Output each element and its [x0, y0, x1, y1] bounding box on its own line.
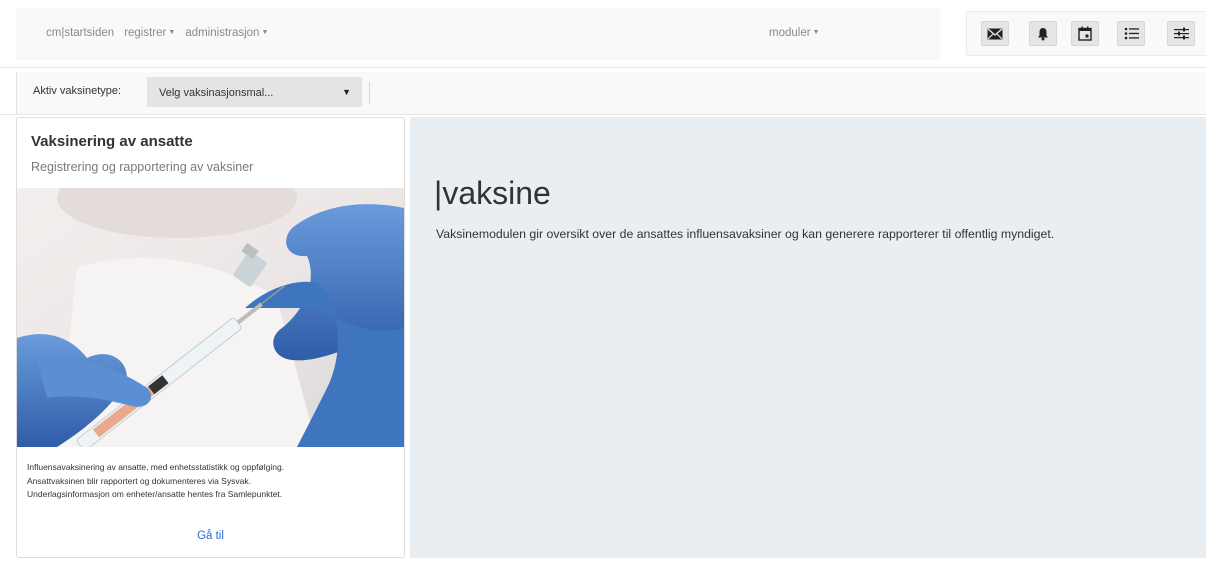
card-subtitle: Registrering og rapportering av vaksiner [31, 160, 254, 174]
nav-moduler-label: moduler [769, 27, 811, 39]
card-description-line: Influensavaksinering av ansatte, med enh… [27, 462, 285, 472]
top-navbar: cm|startsiden registrer ▼ administrasjon ▼… [16, 8, 940, 60]
vaccine-type-label: Aktiv vaksinetype: [33, 85, 122, 97]
module-info-panel: |vaksine Vaksinemodulen gir oversikt ove… [410, 117, 1206, 558]
messages-button[interactable] [981, 21, 1009, 46]
nav-home-link[interactable]: cm|startsiden [46, 27, 114, 39]
main-menu: cm|startsiden registrer ▼ administrasjon ▼ [46, 27, 268, 39]
caret-down-icon: ▼ [261, 29, 269, 36]
module-description: Vaksinemodulen gir oversikt over de ansa… [436, 227, 1055, 241]
card-title: Vaksinering av ansatte [31, 133, 193, 150]
nav-moduler-menu[interactable]: moduler ▼ [769, 27, 820, 39]
list-icon [1124, 27, 1139, 40]
go-to-link[interactable]: Gå til [17, 530, 404, 542]
settings-button[interactable] [1167, 21, 1195, 46]
select-value: Velg vaksinasjonsmal... [159, 87, 274, 99]
header-divider [0, 67, 1206, 68]
card-description-line: Underlagsinformasjon om enheter/ansatte … [27, 489, 283, 499]
filter-bar: Aktiv vaksinetype: Velg vaksinasjonsmal.… [16, 72, 1206, 114]
calendar-button[interactable] [1071, 21, 1099, 46]
icon-toolbar [966, 11, 1206, 56]
notifications-button[interactable] [1029, 21, 1057, 46]
caret-down-icon: ▼ [812, 29, 820, 36]
bell-icon [1038, 27, 1048, 40]
divider [369, 82, 370, 104]
dropdown-arrow-icon: ▼ [342, 87, 351, 97]
calendar-icon [1078, 26, 1092, 41]
card-description-line: Ansattvaksinen blir rapportert og dokume… [27, 475, 251, 486]
card-description: Influensavaksinering av ansatte, med enh… [27, 461, 397, 502]
nav-registrer-menu[interactable]: registrer ▼ [124, 27, 175, 39]
nav-registrer-label: registrer [124, 27, 167, 39]
module-card: Vaksinering av ansatte Registrering og r… [16, 117, 405, 558]
vaccine-syringe-image [17, 188, 404, 447]
module-title: |vaksine [434, 175, 551, 211]
list-view-button[interactable] [1117, 21, 1145, 46]
nav-administrasjon-menu[interactable]: administrasjon ▼ [185, 27, 268, 39]
vaccine-template-select[interactable]: Velg vaksinasjonsmal... ▼ [147, 77, 362, 107]
nav-administrasjon-label: administrasjon [185, 27, 260, 39]
filter-divider [0, 114, 1206, 115]
sliders-icon [1173, 27, 1189, 40]
envelope-icon [987, 27, 1003, 39]
caret-down-icon: ▼ [168, 29, 176, 36]
